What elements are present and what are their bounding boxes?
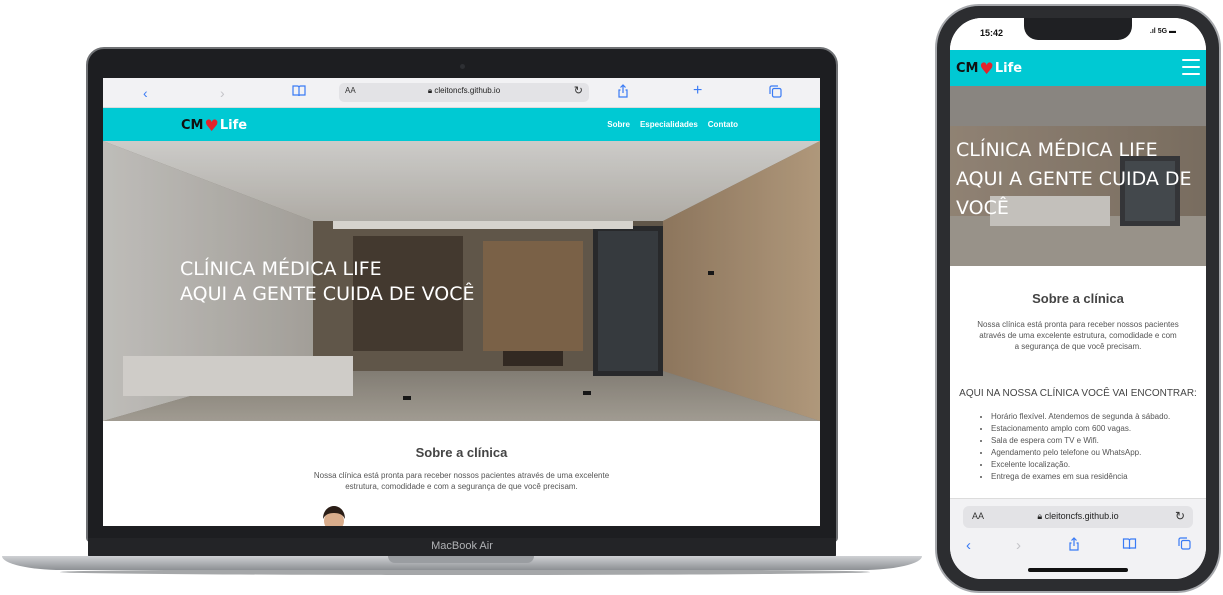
signal-icon: .ıl [1149,28,1156,35]
laptop-address-bar[interactable]: AA 🔒︎ cleitoncfs.github.io ↻ [339,83,589,102]
list-item: Sala de espera com TV e Wifi. [991,435,1170,447]
heart-icon: ♥ [204,116,219,135]
mobile-about-title: Sobre a clínica [1032,291,1124,306]
laptop-notch [388,556,534,563]
back-icon[interactable]: ‹ [966,537,971,554]
phone-notch [1024,18,1132,40]
hero-heading: CLÍNICA MÉDICA LIFE AQUI A GENTE CUIDA D… [180,257,474,307]
home-indicator[interactable] [1028,568,1128,572]
address-url: 🔒︎ cleitoncfs.github.io [427,86,501,95]
mockup-stage: MacBook Air ‹ › AA 🔒︎ cleitoncfs.github.… [0,0,1223,595]
about-title: Sobre a clínica [415,445,508,460]
mobile-about-text: Nossa clínica está pronta para receber n… [977,320,1179,351]
nav-link-sobre[interactable]: Sobre [607,120,630,129]
laptop-screen: ‹ › AA 🔒︎ cleitoncfs.github.io ↻ + CM ♥ Li… [103,78,820,526]
share-icon[interactable] [1068,537,1080,555]
laptop-browser-toolbar: ‹ › AA 🔒︎ cleitoncfs.github.io ↻ + [103,78,820,108]
lock-icon: 🔒︎ [427,86,433,95]
heart-icon: ♥ [979,59,994,78]
features-heading: AQUI NA NOSSA CLÍNICA VOCÊ VAI ENCONTRAR… [959,388,1197,399]
new-tab-icon[interactable]: + [693,82,702,100]
mobile-address-bar[interactable]: AA 🔒︎ cleitoncfs.github.io ↻ [963,506,1193,528]
nav-link-especialidades[interactable]: Especialidades [640,120,698,129]
nav-link-contato[interactable]: Contato [708,120,738,129]
forward-icon[interactable]: › [1016,537,1021,554]
laptop-brand-label: MacBook Air [431,540,493,552]
mobile-hero-heading: CLÍNICA MÉDICA LIFE AQUI A GENTE CUIDA D… [956,136,1192,223]
logo-suffix: Life [994,61,1023,76]
logo-prefix: CM [956,61,979,76]
list-item: Excelente localização. [991,459,1170,471]
status-time: 15:42 [980,28,1004,38]
mobile-site-logo[interactable]: CM ♥ Life [956,59,1022,78]
list-item: Estacionamento amplo com 600 vagas. [991,423,1170,435]
list-item: Entrega de exames em sua residência [991,471,1170,483]
lock-icon: 🔒︎ [1037,511,1043,521]
site-logo[interactable]: CM ♥ Life [181,116,247,135]
phone-screen: 15:42 .ıl 5G ▬ CM ♥ Life CLÍNICA MÉDICA … [950,18,1206,579]
mobile-hero-line-1: CLÍNICA MÉDICA LIFE [956,139,1158,161]
mobile-hero-line-2: AQUI A GENTE CUIDA DE [956,168,1192,190]
site-navbar: CM ♥ Life Sobre Especialidades Contato [103,108,820,141]
logo-suffix: Life [219,118,248,133]
tabs-icon[interactable] [769,84,782,102]
share-icon[interactable] [617,84,629,102]
battery-icon: ▬ [1169,28,1176,35]
tabs-icon[interactable] [1178,537,1191,554]
hero-lobby-image: CLÍNICA MÉDICA LIFE AQUI A GENTE CUIDA D… [103,141,820,421]
list-item: Agendamento pelo telefone ou WhatsApp. [991,447,1170,459]
nav-links: Sobre Especialidades Contato [607,120,738,129]
about-text: Nossa clínica está pronta para receber n… [313,471,610,491]
about-section: Sobre a clínica Nossa clínica está pront… [103,421,820,526]
reload-icon[interactable]: ↻ [1175,509,1185,523]
mobile-browser-toolbar: AA 🔒︎ cleitoncfs.github.io ↻ ‹ › [950,498,1206,579]
address-url: 🔒︎ cleitoncfs.github.io [1037,511,1119,521]
status-network: .ıl 5G ▬ [1149,28,1176,35]
mobile-hero-image: CLÍNICA MÉDICA LIFE AQUI A GENTE CUIDA D… [950,86,1206,266]
hero-line-1: CLÍNICA MÉDICA LIFE [180,258,382,280]
bookmarks-icon[interactable] [292,84,306,102]
hero-line-2: AQUI A GENTE CUIDA DE VOCÊ [180,283,475,305]
forward-icon[interactable]: › [220,84,225,102]
laptop-camera [460,64,465,69]
reload-icon[interactable]: ↻ [574,84,583,97]
mobile-hero-line-3: VOCÊ [956,197,1009,219]
mobile-navbar: CM ♥ Life [950,50,1206,86]
back-icon[interactable]: ‹ [143,84,148,102]
hamburger-menu-icon[interactable] [1182,59,1200,75]
doctor-portrait [323,506,345,526]
features-list: Horário flexível. Atendemos de segunda à… [991,411,1170,483]
list-item: Horário flexível. Atendemos de segunda à… [991,411,1170,423]
logo-prefix: CM [181,118,204,133]
bookmarks-icon[interactable] [1122,537,1137,554]
